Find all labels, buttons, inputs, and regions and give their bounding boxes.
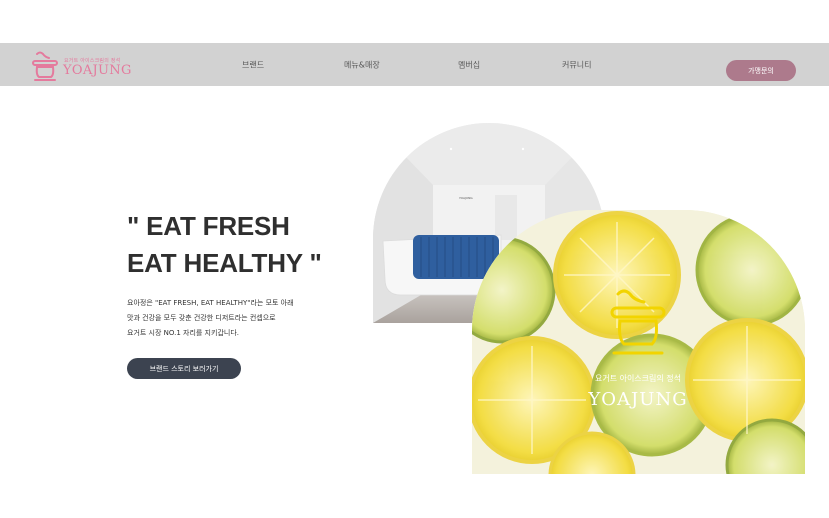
store-sign: YOAJUNG	[459, 196, 473, 200]
nav-item-brand[interactable]: 브랜드	[242, 60, 264, 71]
nav-item-menu-store[interactable]: 메뉴&매장	[344, 60, 380, 71]
lemon-slices-illustration: 요거트 아이스크림의 정석 YOAJUNG	[472, 210, 805, 474]
nav-item-community[interactable]: 커뮤니티	[562, 60, 591, 71]
hero-desc-line: 요거트 시장 NO.1 자리를 지키갑니다.	[127, 329, 239, 337]
yogurt-cup-icon	[32, 51, 58, 81]
franchise-inquiry-button[interactable]: 가맹문의	[726, 60, 796, 81]
lemon-image-tagline: 요거트 아이스크림의 정석	[595, 373, 681, 383]
logo-wordmark: YOAJUNG	[63, 63, 132, 78]
nav-item-membership[interactable]: 멤버십	[458, 60, 480, 71]
brand-story-button[interactable]: 브랜드 스토리 보러가기	[127, 358, 241, 379]
top-nav-bar: 요거트 아이스크림의 정석 YOAJUNG 브랜드 메뉴&매장 멤버십 커뮤니티…	[0, 43, 829, 86]
hero-title-line-2: EAT HEALTHY "	[127, 248, 322, 278]
hero-description: 요아정은 "EAT FRESH, EAT HEALTHY"라는 모토 아래 맛과…	[127, 296, 294, 341]
brand-logo[interactable]: 요거트 아이스크림의 정석 YOAJUNG	[31, 51, 141, 81]
lemon-image-brand: YOAJUNG	[587, 389, 687, 410]
hero-desc-line: 맛과 건강을 모두 갖춘 건강한 디저트라는 컨셉으로	[127, 314, 276, 322]
hero-title-line-1: " EAT FRESH	[127, 211, 290, 241]
lemon-brand-image: 요거트 아이스크림의 정석 YOAJUNG	[472, 210, 805, 474]
hero-desc-line: 요아정은 "EAT FRESH, EAT HEALTHY"라는 모토 아래	[127, 299, 294, 307]
